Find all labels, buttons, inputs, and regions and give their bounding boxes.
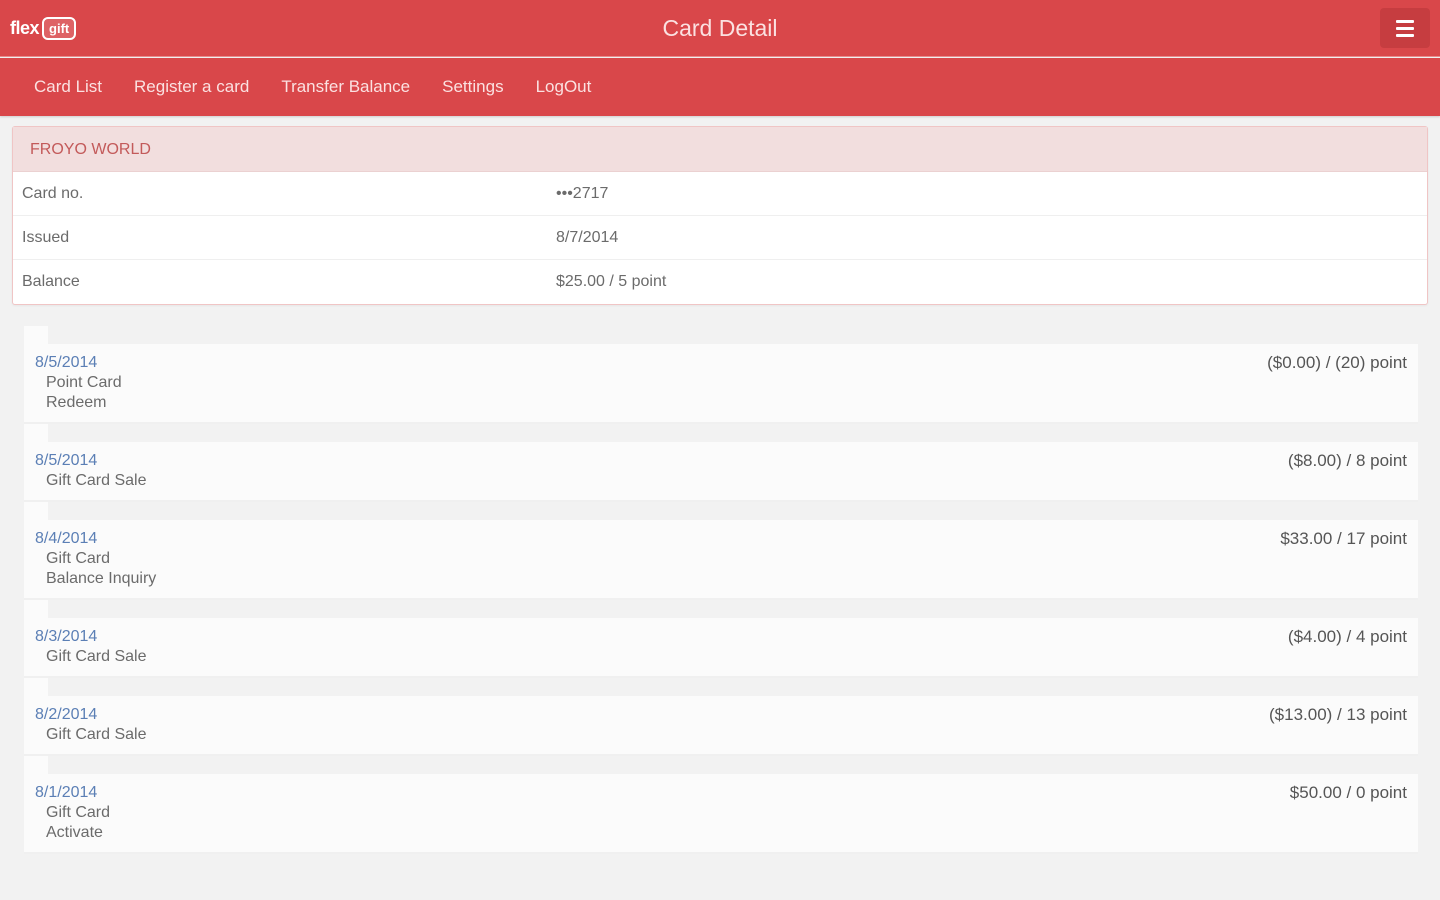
transaction-date[interactable]: 8/5/2014: [35, 451, 1407, 471]
hamburger-icon: [1396, 26, 1414, 30]
transaction-item[interactable]: 8/1/2014 Gift Card Activate $50.00 / 0 p…: [24, 774, 1418, 854]
transaction-description: Redeem: [46, 394, 107, 411]
transaction-amount: $33.00 / 17 point: [1280, 529, 1407, 548]
list-divider: [24, 678, 48, 696]
transaction-item[interactable]: 8/4/2014 Gift Card Balance Inquiry $33.0…: [24, 520, 1418, 600]
menu-button[interactable]: [1380, 8, 1430, 48]
transaction-item[interactable]: 8/2/2014 Gift Card Sale ($13.00) / 13 po…: [24, 696, 1418, 756]
info-value: $25.00 / 5 point: [556, 273, 667, 290]
list-divider: [24, 502, 48, 520]
transaction-amount: ($8.00) / 8 point: [1287, 451, 1407, 470]
transaction-date[interactable]: 8/2/2014: [35, 705, 1407, 725]
transaction-date[interactable]: 8/5/2014: [35, 353, 1407, 373]
nav-item-card-list[interactable]: Card List: [18, 77, 118, 97]
nav-item-logout[interactable]: LogOut: [520, 77, 608, 97]
list-divider: [24, 600, 48, 618]
info-label: Card no.: [22, 184, 84, 202]
nav-bar: Card List Register a card Transfer Balan…: [0, 58, 1440, 116]
transaction-description: Gift Card Sale: [46, 648, 147, 665]
transaction-item[interactable]: 8/5/2014 Point Card Redeem ($0.00) / (20…: [24, 344, 1418, 424]
info-value: 8/7/2014: [556, 228, 619, 246]
card-name: FROYO WORLD: [13, 127, 1427, 172]
hamburger-icon: [1396, 19, 1414, 23]
page-title: Card Detail: [662, 15, 778, 41]
info-row-issued: Issued 8/7/2014: [13, 216, 1427, 260]
transaction-description: Gift Card: [46, 550, 111, 567]
hamburger-icon: [1396, 33, 1414, 37]
info-label: Issued: [22, 228, 70, 246]
transaction-amount: ($0.00) / (20) point: [1267, 353, 1407, 372]
transaction-amount: ($13.00) / 13 point: [1269, 705, 1407, 724]
nav-item-settings[interactable]: Settings: [426, 77, 519, 97]
transaction-item[interactable]: 8/5/2014 Gift Card Sale ($8.00) / 8 poin…: [24, 442, 1418, 502]
transaction-description: Balance Inquiry: [46, 570, 157, 587]
transaction-date[interactable]: 8/4/2014: [35, 529, 1407, 549]
transaction-description: Gift Card: [46, 804, 111, 821]
nav-item-transfer-balance[interactable]: Transfer Balance: [265, 77, 426, 97]
transaction-description: Point Card: [46, 374, 122, 391]
info-row-card-no: Card no. •••2717: [13, 172, 1427, 216]
transaction-description: Activate: [46, 824, 103, 841]
list-divider: [24, 326, 48, 344]
transaction-description: Gift Card Sale: [46, 726, 147, 743]
list-divider: [24, 756, 48, 774]
transaction-amount: $50.00 / 0 point: [1289, 783, 1407, 802]
card-info-panel: FROYO WORLD Card no. •••2717 Issued 8/7/…: [12, 126, 1428, 305]
info-label: Balance: [22, 273, 80, 290]
transaction-list: 8/5/2014 Point Card Redeem ($0.00) / (20…: [24, 326, 1418, 854]
transaction-date[interactable]: 8/1/2014: [35, 783, 1407, 803]
top-bar: flex gift Card Detail: [0, 0, 1440, 57]
list-divider: [24, 424, 48, 442]
transaction-amount: ($4.00) / 4 point: [1287, 627, 1407, 646]
transaction-item[interactable]: 8/3/2014 Gift Card Sale ($4.00) / 4 poin…: [24, 618, 1418, 678]
nav-item-register-card[interactable]: Register a card: [118, 77, 265, 97]
transaction-date[interactable]: 8/3/2014: [35, 627, 1407, 647]
info-row-balance: Balance $25.00 / 5 point: [13, 260, 1427, 304]
info-value: •••2717: [556, 184, 609, 202]
transaction-description: Gift Card Sale: [46, 472, 147, 489]
